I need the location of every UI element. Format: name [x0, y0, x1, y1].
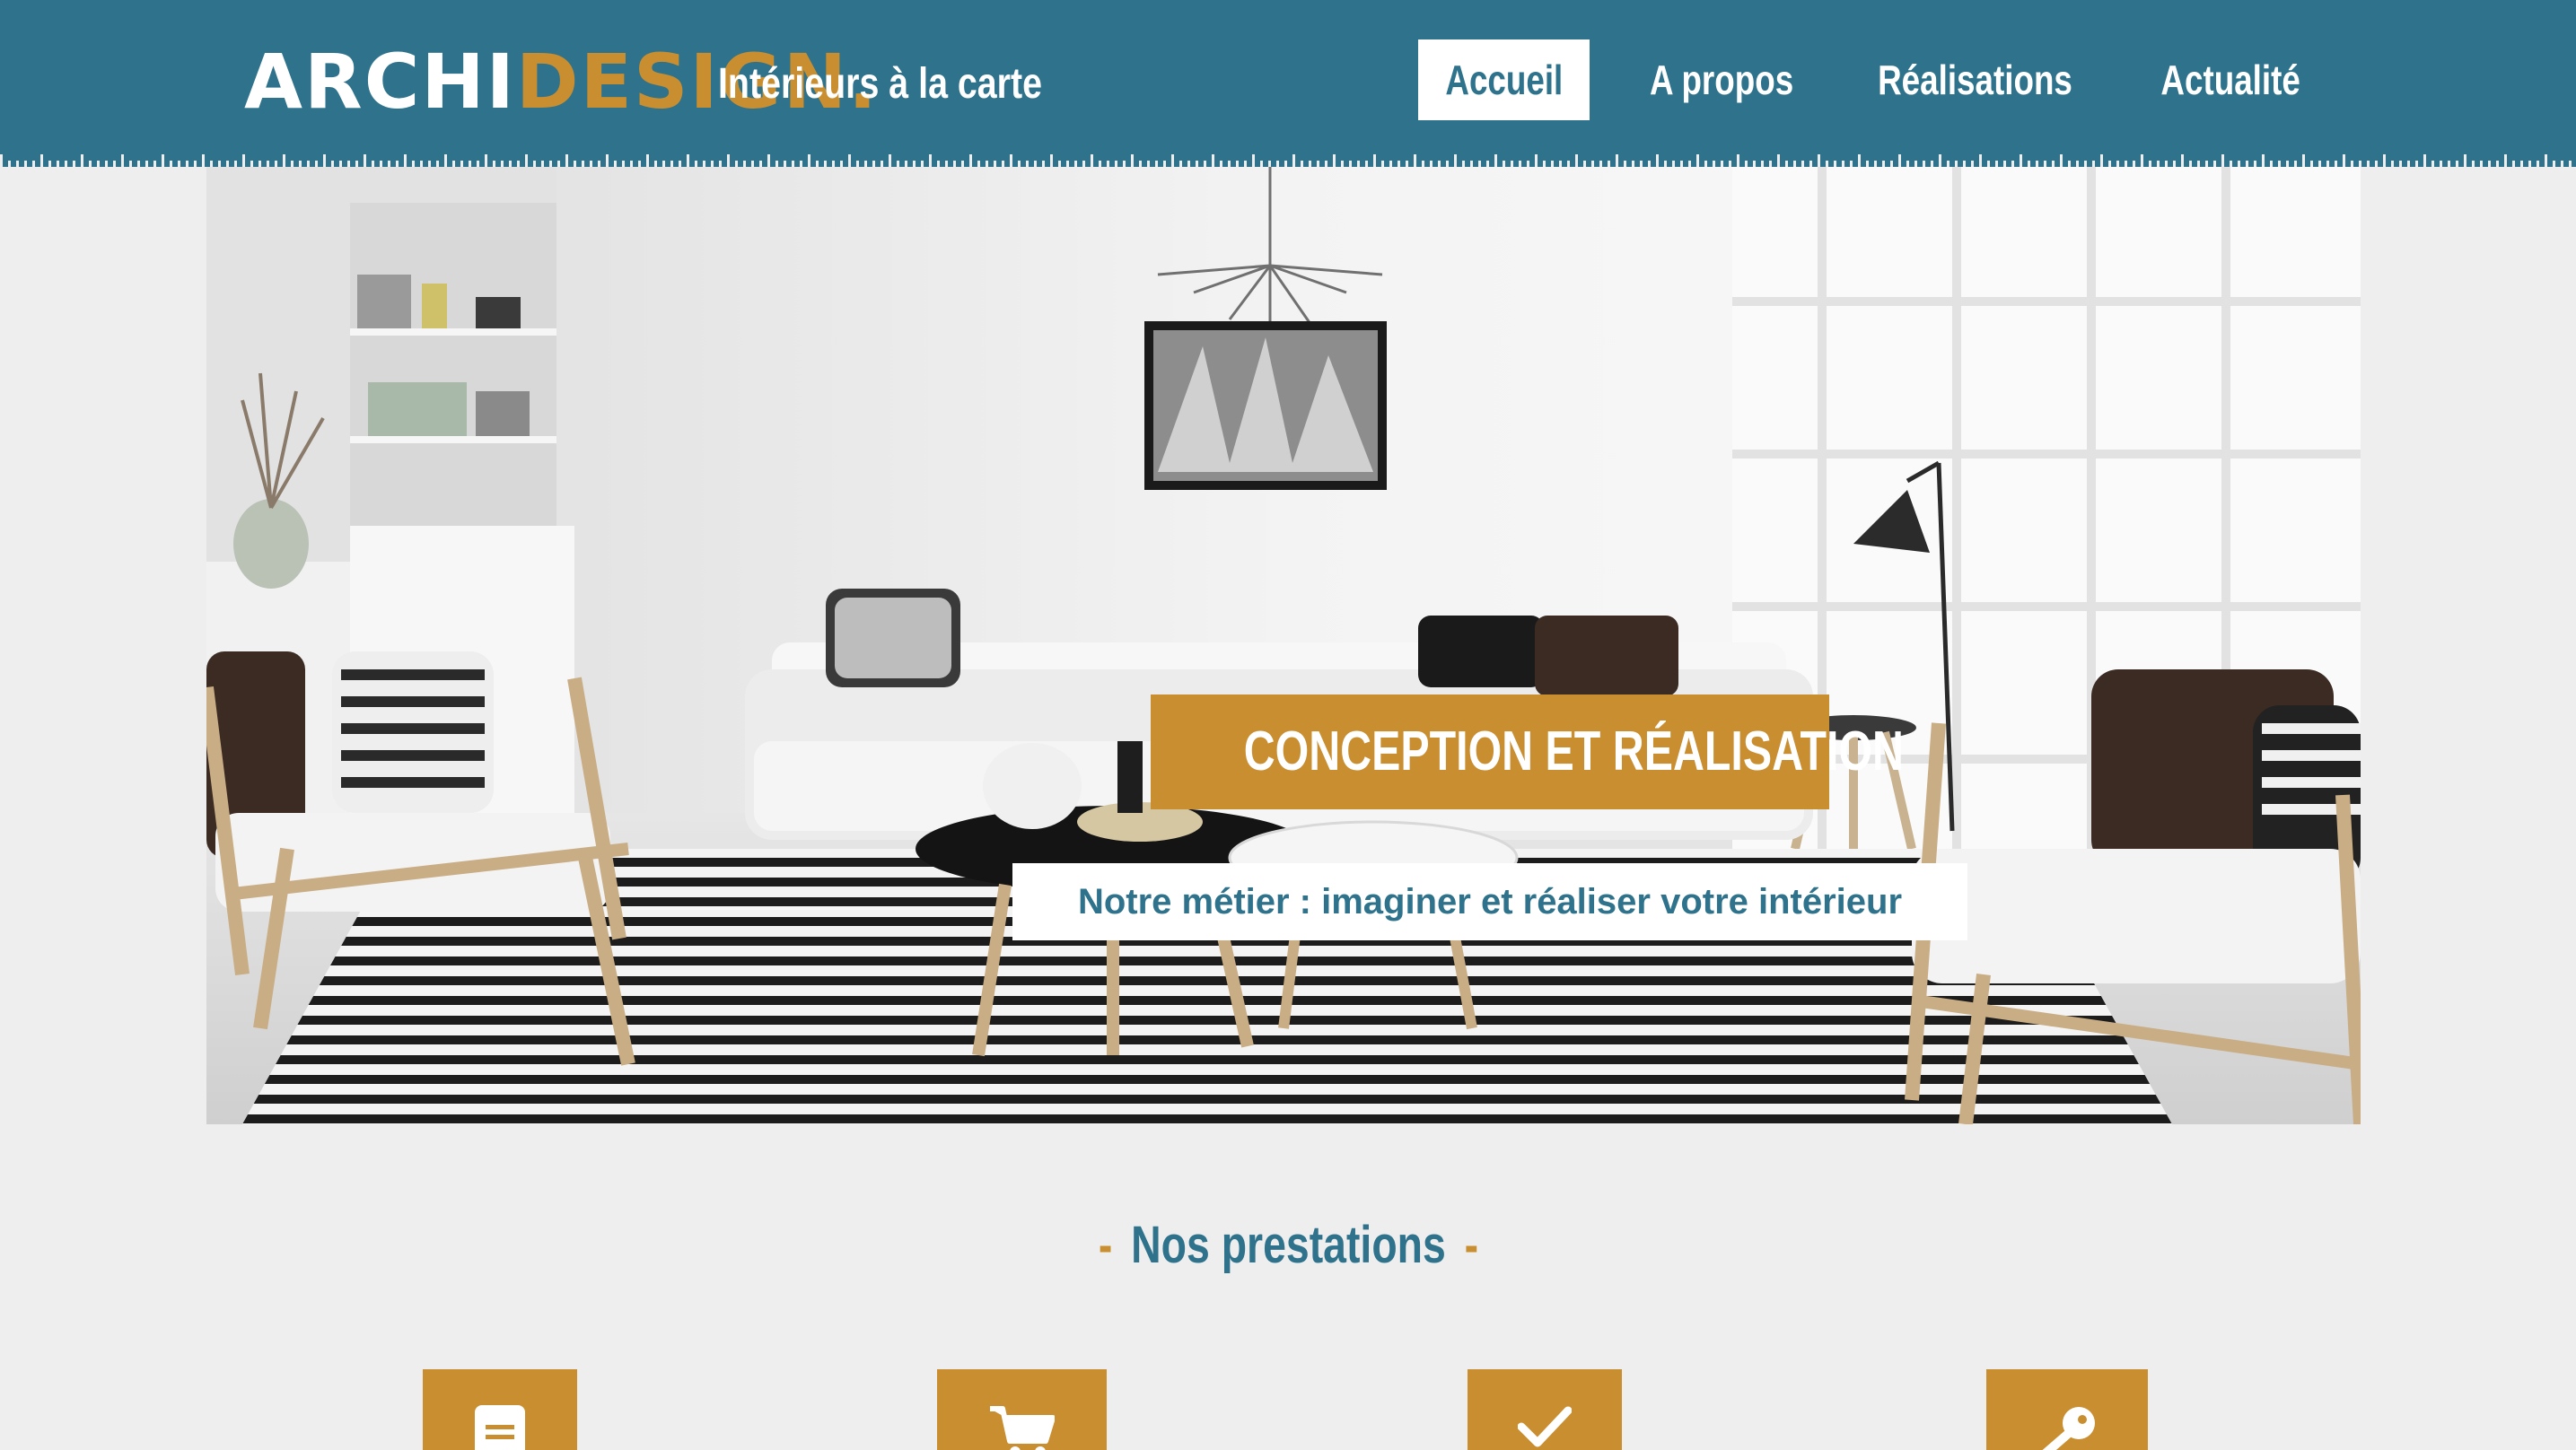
- heading-dash-left: -: [1098, 1216, 1112, 1274]
- nav-item-realisations[interactable]: Réalisations: [1849, 39, 2100, 120]
- logo-archi-text: ARCHI: [244, 38, 516, 126]
- hero-subtitle: Notre métier : imaginer et réaliser votr…: [1012, 863, 1967, 940]
- site-header: ARCHI DESIGN . Intérieurs à la carte Acc…: [0, 0, 2576, 167]
- heading-dash-right: -: [1464, 1216, 1478, 1274]
- service-card-key[interactable]: [1986, 1369, 2148, 1450]
- service-card-document[interactable]: [423, 1369, 577, 1450]
- header-ruler-border: [0, 154, 2576, 167]
- nav-item-actualite[interactable]: Actualité: [2127, 39, 2334, 120]
- key-icon: [2042, 1407, 2095, 1450]
- services-heading-text: Nos prestations: [1130, 1216, 1446, 1274]
- service-card-check[interactable]: [1468, 1369, 1622, 1450]
- cart-icon: [989, 1406, 1055, 1450]
- document-icon: [475, 1405, 525, 1450]
- nav-item-a-propos[interactable]: A propos: [1616, 39, 1827, 120]
- nav-item-accueil[interactable]: Accueil: [1418, 39, 1590, 120]
- hero-living-room-image: [206, 167, 2361, 1124]
- hero-banner: CONCEPTION ET RÉALISATION Notre métier :…: [206, 167, 2361, 1124]
- service-card-cart[interactable]: [937, 1369, 1107, 1450]
- hero-title: CONCEPTION ET RÉALISATION: [1151, 694, 1904, 809]
- services-heading: - Nos prestations -: [0, 1215, 2576, 1275]
- site-tagline: Intérieurs à la carte: [718, 60, 1042, 108]
- check-icon: [1518, 1406, 1572, 1447]
